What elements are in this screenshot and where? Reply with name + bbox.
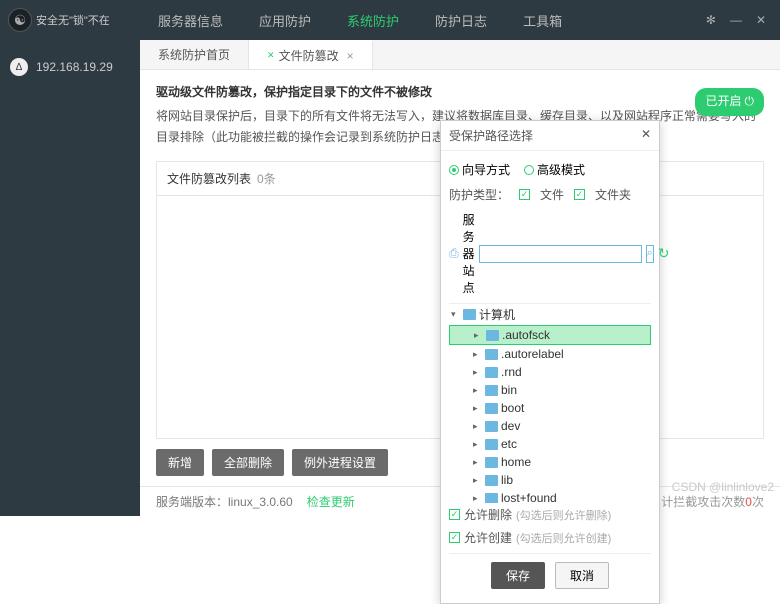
nav-tab[interactable]: 应用防护 [241,0,329,40]
type-label: 防护类型： [449,186,509,203]
tree-node[interactable]: ▸.autorelabel [449,345,651,363]
logo-text: 安全无"锁"不在 [36,12,110,28]
folder-icon [485,475,498,486]
search-icon[interactable]: ⌕ [646,245,654,263]
list-title: 文件防篡改列表 [167,170,251,187]
host-icon: Δ [10,58,28,76]
close-icon[interactable]: ✕ [756,13,766,27]
tree-node[interactable]: ▸lib [449,471,651,489]
folder-icon [485,367,498,378]
sidebar: Δ 192.168.19.29 [0,40,140,516]
sidebar-item-label: 192.168.19.29 [36,60,113,74]
tree-node[interactable]: ▸dev [449,417,651,435]
nav-tab[interactable]: 系统防护 [329,0,417,40]
tree-node[interactable]: ▸home [449,453,651,471]
folder-tree: ▾计算机 ▸.autofsck▸.autorelabel▸.rnd▸bin▸bo… [449,303,651,503]
add-button[interactable]: 新增 [156,449,204,476]
file-checkbox[interactable]: ✓ [519,189,530,200]
folder-icon [485,349,498,360]
computer-icon [463,309,476,320]
stats: 累计拦截攻击次数0次 [649,493,764,510]
nav-tab[interactable]: 服务器信息 [140,0,241,40]
sub-tabs: 系统防护首页✕文件防篡改× [140,40,780,70]
dialog-header: 受保护路径选择 ✕ [441,121,659,151]
allow-create-checkbox[interactable]: ✓ [449,532,460,543]
sub-tab[interactable]: 系统防护首页 [140,40,249,69]
folder-icon [485,403,498,414]
check-update-link[interactable]: 检查更新 [307,493,355,510]
search-row: ⎙ 服务器站点 ⌕ ↻ [449,207,651,300]
dialog-footer: 保存 取消 [449,553,651,597]
version-label: 服务端版本：linux_3.0.60 [156,493,293,510]
list-count: 0条 [257,170,276,187]
power-icon: ⏻ [745,91,755,113]
search-label: 服务器站点 [463,211,475,296]
enable-toggle[interactable]: 已开启 ⏻ [695,88,764,116]
allow-delete-row: ✓ 允许删除 (勾选后则允许删除) [449,503,651,526]
tree-node[interactable]: ▸lost+found [449,489,651,503]
cancel-button[interactable]: 取消 [555,562,609,589]
watermark: CSDN @linlinlove2 [672,480,774,494]
tree-node[interactable]: ▸.rnd [449,363,651,381]
refresh-icon[interactable]: ↻ [658,245,670,262]
tab-icon: ✕ [267,50,275,61]
folder-icon [486,330,499,341]
nav-tab[interactable]: 防护日志 [417,0,505,40]
mode-wizard-radio[interactable]: 向导方式 [449,161,510,178]
type-row: 防护类型： ✓文件 ✓文件夹 [449,182,651,207]
tree-node[interactable]: ▸.autofsck [449,325,651,345]
minimize-icon[interactable]: — [730,13,742,27]
window-controls: ✻ — ✕ [706,13,780,27]
folder-icon [485,439,498,450]
path-dialog: 受保护路径选择 ✕ 向导方式 高级模式 防护类型： ✓文件 ✓文件夹 ⎙ 服务器… [440,120,660,604]
allow-create-row: ✓ 允许创建 (勾选后则允许创建) [449,526,651,549]
logo-icon: ☯ [8,8,32,32]
nav-tab[interactable]: 工具箱 [505,0,580,40]
mode-advanced-radio[interactable]: 高级模式 [524,161,585,178]
tab-close-icon[interactable]: × [347,49,354,63]
folder-checkbox[interactable]: ✓ [574,189,585,200]
dialog-close-icon[interactable]: ✕ [641,127,651,144]
sidebar-item-server[interactable]: Δ 192.168.19.29 [0,50,140,84]
toggle-label: 已开启 [705,91,741,113]
save-button[interactable]: 保存 [491,562,545,589]
search-input[interactable] [479,245,642,263]
folder-icon [485,457,498,468]
allow-delete-checkbox[interactable]: ✓ [449,509,460,520]
tree-node[interactable]: ▸etc [449,435,651,453]
site-icon: ⎙ [449,246,459,261]
folder-icon [485,385,498,396]
app-logo: ☯ 安全无"锁"不在 [0,8,140,32]
sub-tab[interactable]: ✕文件防篡改× [249,40,373,69]
tree-node[interactable]: ▸bin [449,381,651,399]
folder-icon [485,493,498,504]
tree-root[interactable]: ▾计算机 [449,304,651,325]
exception-button[interactable]: 例外进程设置 [292,449,388,476]
nav-tabs: 服务器信息应用防护系统防护防护日志工具箱 [140,0,580,40]
tree-node[interactable]: ▸boot [449,399,651,417]
folder-icon [485,421,498,432]
dialog-title: 受保护路径选择 [449,127,533,144]
titlebar: ☯ 安全无"锁"不在 服务器信息应用防护系统防护防护日志工具箱 ✻ — ✕ [0,0,780,40]
delete-all-button[interactable]: 全部删除 [212,449,284,476]
desc-title: 驱动级文件防篡改，保护指定目录下的文件不被修改 [156,82,764,104]
mode-row: 向导方式 高级模式 [449,157,651,182]
settings-icon[interactable]: ✻ [706,13,716,27]
